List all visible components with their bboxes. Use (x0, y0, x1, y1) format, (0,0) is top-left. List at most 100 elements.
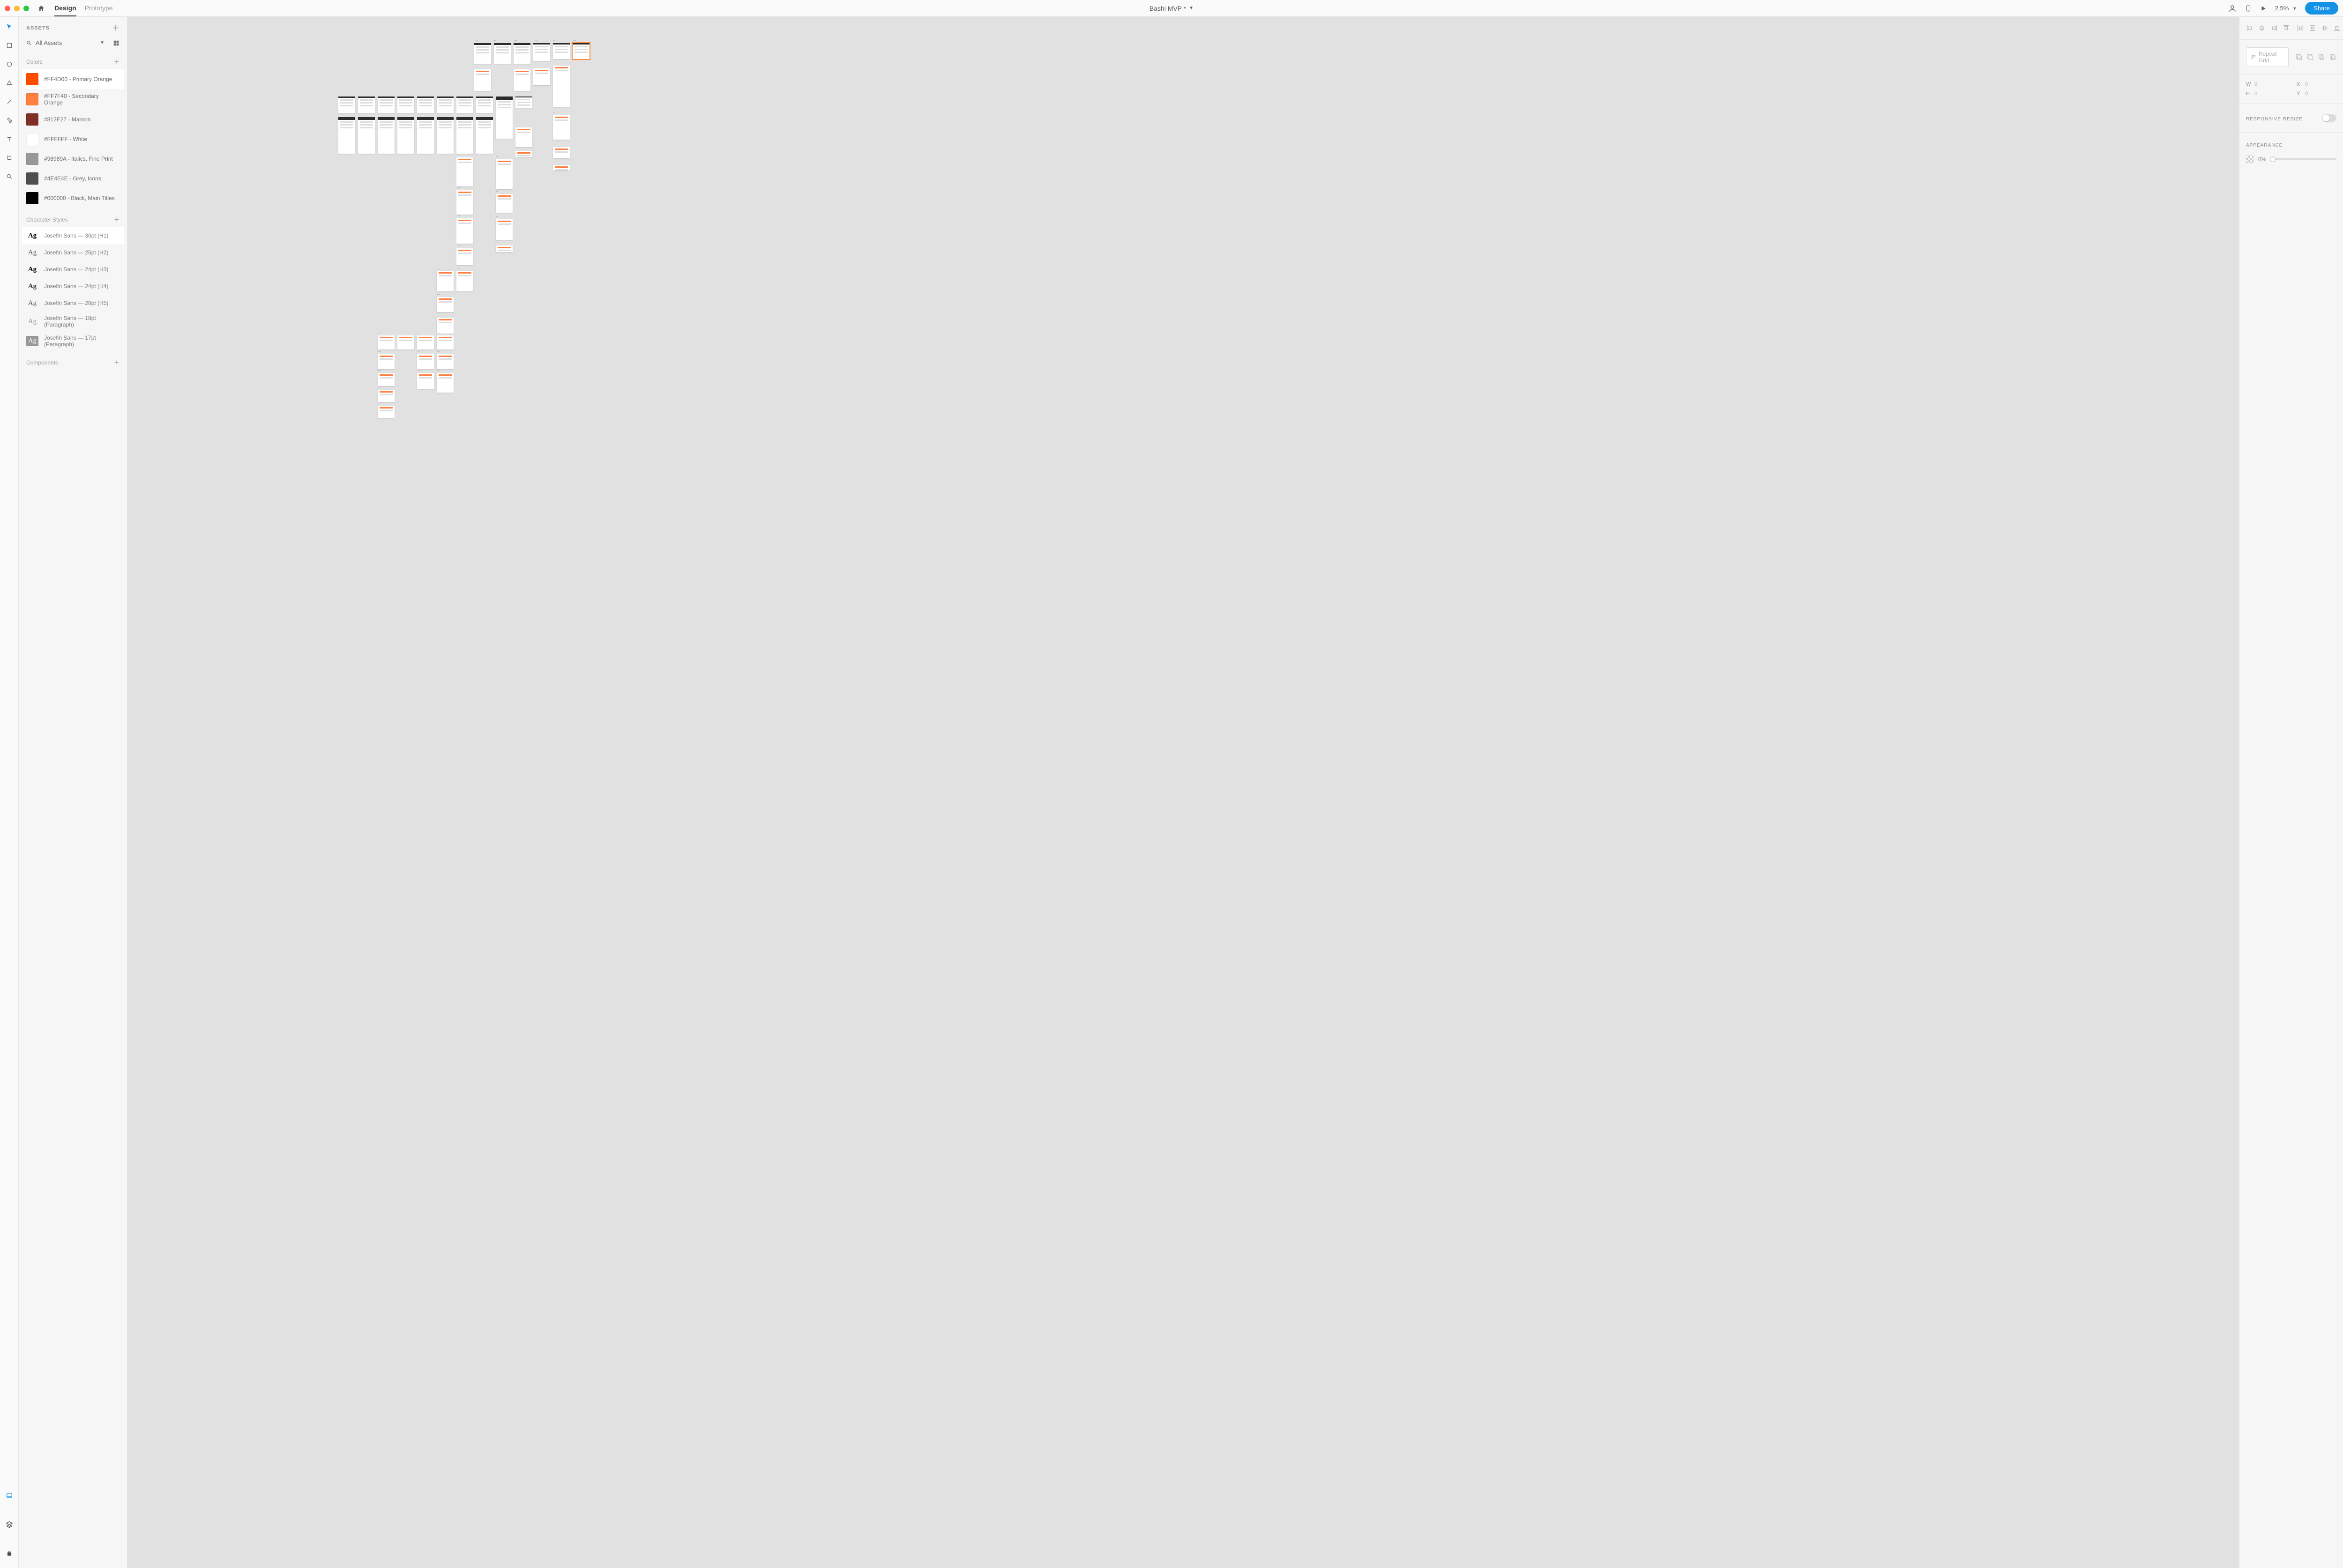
artboard-label[interactable]: … (476, 91, 480, 95)
artboard-label[interactable]: … (553, 37, 557, 42)
color-swatch-row[interactable]: #FF7F40 - Secondary Orange (22, 89, 124, 110)
artboard-label[interactable]: … (456, 213, 460, 217)
tab-prototype[interactable]: Prototype (85, 0, 113, 16)
artboard[interactable]: … (553, 43, 570, 59)
opacity-slider[interactable] (2271, 158, 2336, 160)
artboard[interactable] (553, 66, 570, 107)
artboard[interactable] (378, 117, 395, 154)
artboard-label[interactable]: … (417, 91, 421, 95)
width-value[interactable]: 0 (2254, 82, 2283, 87)
rectangle-tool-icon[interactable] (5, 41, 14, 50)
assets-filter[interactable]: All Assets ▼ (19, 36, 127, 50)
artboard-label[interactable]: … (437, 91, 440, 95)
color-swatch-row[interactable]: #812E27 - Maroon (22, 110, 124, 129)
align-vcenter-icon[interactable] (2321, 24, 2328, 32)
artboard-label[interactable]: … (378, 367, 381, 372)
artboard[interactable] (515, 151, 532, 157)
artboard[interactable] (358, 117, 375, 154)
share-button[interactable]: Share (2305, 2, 2338, 15)
char-style-row[interactable]: AgJosefin Sans — 20pt (H5) (22, 295, 124, 312)
artboard[interactable] (514, 69, 530, 91)
artboard[interactable]: … (456, 97, 473, 113)
artboard-label[interactable]: … (437, 312, 440, 316)
artboard-label[interactable]: … (417, 349, 421, 353)
home-icon[interactable] (37, 5, 45, 12)
artboard[interactable]: … (378, 335, 395, 349)
artboard-label[interactable]: … (456, 265, 460, 269)
artboard-label[interactable]: … (456, 152, 460, 156)
artboard[interactable]: … (573, 43, 589, 59)
zoom-control[interactable]: 2.5% ▼ (2275, 5, 2297, 12)
artboard-tool-icon[interactable] (5, 154, 14, 162)
artboard-label[interactable]: … (378, 349, 381, 353)
line-tool-icon[interactable] (5, 97, 14, 106)
artboard-label[interactable]: … (397, 91, 401, 95)
height-value[interactable]: 0 (2254, 91, 2283, 97)
plugins-panel-icon[interactable] (5, 1549, 14, 1558)
artboard-label[interactable]: … (378, 384, 381, 388)
maximize-window-icon[interactable] (23, 6, 29, 11)
device-preview-icon[interactable] (2245, 4, 2252, 13)
add-component-icon[interactable]: ＋ (114, 358, 119, 366)
document-title[interactable]: Bashi MVP * ▼ (1149, 5, 1194, 12)
artboard[interactable]: … (437, 297, 454, 312)
artboard[interactable] (338, 117, 355, 154)
canvas[interactable]: …………………………………………………………………………………………………………… (127, 17, 2239, 1568)
subtract-icon[interactable] (2306, 53, 2314, 61)
artboard[interactable]: … (456, 248, 473, 265)
artboard-label[interactable]: … (417, 367, 421, 372)
artboard-label[interactable]: … (378, 91, 381, 95)
artboard[interactable]: … (437, 97, 454, 113)
add-asset-icon[interactable]: ＋ (112, 23, 119, 33)
artboard[interactable]: … (456, 190, 473, 215)
artboard-label[interactable]: … (378, 330, 381, 334)
artboard[interactable] (437, 117, 454, 154)
polygon-tool-icon[interactable] (5, 79, 14, 87)
char-style-row[interactable]: AgJosefin Sans — 30pt (H1) (22, 227, 124, 244)
artboard[interactable] (515, 127, 532, 147)
artboard-label[interactable]: … (496, 214, 500, 218)
responsive-resize-toggle[interactable] (2322, 114, 2336, 122)
artboard[interactable]: … (553, 115, 570, 140)
char-style-row[interactable]: AgJosefin Sans — 24pt (H4) (22, 278, 124, 295)
artboard[interactable]: … (378, 406, 395, 418)
artboard-label[interactable]: … (378, 400, 381, 404)
artboard-label[interactable]: … (397, 330, 401, 334)
artboard-label[interactable]: … (496, 154, 500, 158)
artboard-label[interactable]: … (437, 265, 440, 269)
artboard[interactable]: … (496, 97, 513, 139)
char-style-row[interactable]: AgJosefin Sans — 17pt (Paragraph) (22, 331, 124, 351)
artboard[interactable] (476, 117, 493, 154)
artboard-label[interactable]: … (456, 185, 460, 189)
artboard[interactable]: … (338, 97, 355, 113)
artboard[interactable]: … (533, 43, 550, 61)
artboard[interactable]: … (456, 157, 473, 186)
artboard[interactable] (397, 117, 414, 154)
close-window-icon[interactable] (5, 6, 10, 11)
align-left-icon[interactable] (2246, 24, 2253, 32)
artboard-label[interactable]: … (338, 91, 342, 95)
add-color-icon[interactable]: ＋ (114, 58, 119, 66)
artboard[interactable]: … (437, 335, 454, 349)
artboard[interactable]: … (378, 97, 395, 113)
artboard[interactable] (456, 117, 473, 154)
align-top-icon[interactable] (2283, 24, 2290, 32)
play-icon[interactable] (2260, 5, 2267, 12)
artboard[interactable] (417, 117, 434, 154)
artboard-label[interactable]: … (417, 330, 421, 334)
char-style-row[interactable]: AgJosefin Sans — 18pt (Paragraph) (22, 312, 124, 331)
grid-view-icon[interactable] (113, 40, 119, 46)
artboard-label[interactable]: … (515, 91, 519, 95)
add-char-style-icon[interactable]: ＋ (114, 216, 119, 223)
distribute-v-icon[interactable] (2309, 24, 2316, 32)
artboard[interactable]: … (397, 335, 414, 349)
color-swatch-row[interactable]: #98989A - Italics, Fine Print (22, 149, 124, 169)
artboard[interactable]: … (456, 271, 473, 291)
distribute-h-icon[interactable] (2297, 24, 2304, 32)
artboard[interactable]: … (494, 43, 511, 64)
artboard[interactable]: … (437, 271, 454, 291)
select-tool-icon[interactable] (5, 22, 14, 31)
color-swatch-row[interactable]: #4E4E4E - Grey, Icons (22, 169, 124, 188)
artboard[interactable]: … (515, 97, 532, 108)
artboard[interactable]: … (358, 97, 375, 113)
